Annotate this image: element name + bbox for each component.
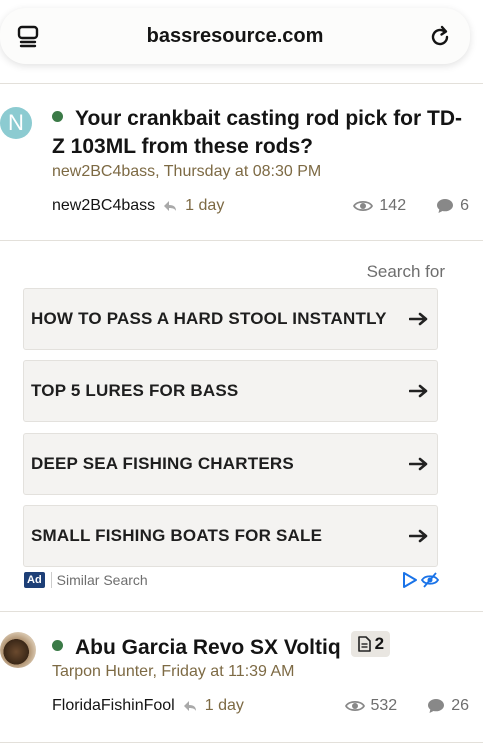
adchoices-icon[interactable]: [401, 571, 419, 589]
ad-tag: Ad: [24, 572, 45, 588]
address-bar[interactable]: bassresource.com: [0, 8, 470, 64]
pages-icon: [357, 636, 371, 652]
ad-search-for: Search for: [366, 262, 445, 281]
thread-stats: 532 26: [344, 697, 469, 715]
ad-search-item[interactable]: HOW TO PASS A HARD STOOL INSTANTLY: [23, 288, 438, 350]
last-reply-age[interactable]: 1 day: [185, 197, 224, 215]
thread-meta[interactable]: new2BC4bass, Thursday at 08:30 PM: [52, 163, 321, 181]
last-reply[interactable]: new2BC4bass 1 day: [52, 197, 224, 215]
reply-icon: [164, 201, 177, 211]
url-domain[interactable]: bassresource.com: [0, 25, 470, 48]
online-indicator: [52, 640, 63, 651]
ad-icons: [401, 571, 439, 589]
ad-item-label[interactable]: SMALL FISHING BOATS FOR SALE: [31, 524, 401, 548]
divider: [0, 240, 483, 241]
divider: [0, 83, 483, 84]
arrow-right-icon: [409, 529, 428, 543]
thread-title[interactable]: Abu Garcia Revo SX Voltiq 2: [52, 631, 469, 662]
last-reply-age[interactable]: 1 day: [205, 697, 244, 715]
replies-count: 26: [451, 697, 469, 714]
arrow-right-icon: [409, 312, 428, 326]
last-reply[interactable]: FloridaFishinFool 1 day: [52, 697, 244, 715]
replies-count: 6: [460, 197, 469, 214]
arrow-right-icon: [409, 384, 428, 398]
ad-search-item[interactable]: TOP 5 LURES FOR BASS: [23, 360, 438, 422]
views-icon: [353, 200, 374, 212]
thread-footer: new2BC4bass 1 day 142 6: [52, 197, 469, 215]
reply-icon: [183, 701, 196, 711]
thread-meta[interactable]: Tarpon Hunter, Friday at 11:39 AM: [52, 663, 295, 681]
views-count: 142: [379, 197, 407, 214]
replies-icon: [437, 199, 454, 213]
pages-badge[interactable]: 2: [350, 631, 391, 657]
last-poster[interactable]: new2BC4bass: [52, 197, 155, 215]
ad-item-label[interactable]: DEEP SEA FISHING CHARTERS: [31, 452, 401, 476]
replies-icon: [428, 699, 445, 713]
reload-icon[interactable]: [428, 24, 452, 48]
thread-title[interactable]: Your crankbait casting rod pick for TD-Z…: [52, 105, 469, 161]
hide-ad-icon[interactable]: [421, 571, 439, 589]
divider: [0, 611, 483, 612]
arrow-right-icon: [409, 457, 428, 471]
tabs-icon[interactable]: [16, 24, 40, 48]
views-icon: [344, 700, 365, 712]
last-poster[interactable]: FloridaFishinFool: [52, 697, 175, 715]
avatar[interactable]: [0, 632, 36, 668]
ad-search-item[interactable]: SMALL FISHING BOATS FOR SALE: [23, 505, 438, 567]
online-indicator: [52, 111, 63, 122]
ad-footer: Ad Similar Search: [24, 571, 439, 589]
thread-footer: FloridaFishinFool 1 day 532 26: [52, 697, 469, 715]
ad-search-item[interactable]: DEEP SEA FISHING CHARTERS: [23, 433, 438, 495]
views-count: 532: [370, 697, 398, 714]
ad-item-label[interactable]: TOP 5 LURES FOR BASS: [31, 379, 401, 403]
divider: [0, 742, 483, 743]
ad-item-label[interactable]: HOW TO PASS A HARD STOOL INSTANTLY: [31, 307, 401, 331]
avatar[interactable]: N: [0, 107, 32, 139]
thread-stats: 142 6: [353, 197, 469, 215]
ad-similar-search: Similar Search: [50, 572, 148, 588]
